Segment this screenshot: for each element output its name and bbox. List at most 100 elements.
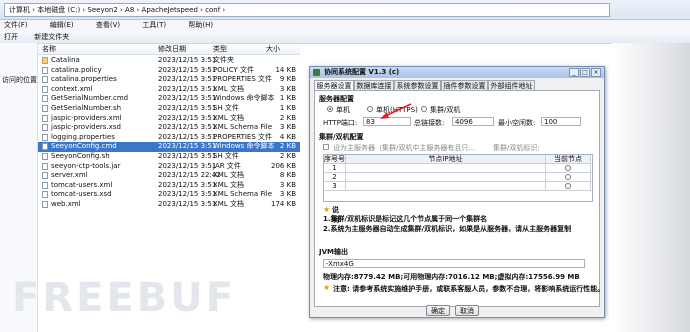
- file-date: 2023/12/15 3:51: [158, 123, 217, 132]
- file-row[interactable]: catalina.policy 2023/12/15 3:51 POLICY 文件 1…: [38, 66, 300, 76]
- file-row[interactable]: jaspic-providers.xml 2023/12/15 3:51 XML 文…: [38, 114, 300, 124]
- file-name: tomcat-users.xsd: [51, 190, 112, 199]
- file-type: SH 文件: [213, 104, 239, 112]
- file-row[interactable]: SeeyonConfig.cmd 2023/12/15 3:51 Windows 命…: [38, 142, 300, 152]
- tab-external-components[interactable]: 外部组件地址: [488, 80, 535, 90]
- master-server-label: 设为主服务器（集群/双机中主服务器有且只...: [333, 144, 476, 152]
- file-type: SH 文件: [213, 152, 239, 160]
- menu-tools[interactable]: 工具(T): [138, 21, 166, 29]
- file-row[interactable]: GetSerialNumber.cmd 2023/12/15 3:51 Window…: [38, 94, 300, 104]
- config-dialog: 协同系统配置 V1.3 (c) _ □ × 服务器设置 数据库连接 系统参数设置…: [309, 66, 605, 318]
- master-server-checkbox[interactable]: [323, 144, 329, 150]
- node-row-index: 2: [324, 173, 346, 182]
- tab-plugin-params[interactable]: 插件参数设置: [441, 80, 488, 90]
- min-idle-label: 最小空闲数:: [498, 119, 536, 127]
- open-button[interactable]: 打开: [0, 33, 18, 41]
- file-name: SeeyonConfig.cmd: [51, 142, 117, 151]
- file-date: 2023/12/15 3:51: [158, 132, 217, 141]
- column-name[interactable]: 名称: [42, 44, 56, 54]
- file-name: GetSerialNumber.cmd: [51, 94, 129, 103]
- file-row[interactable]: logging.properties 2023/12/15 3:51 PROPERT…: [38, 133, 300, 143]
- minimize-icon[interactable]: _: [569, 68, 579, 77]
- column-date[interactable]: 修改日期: [158, 44, 186, 54]
- file-date: 2023/12/15 3:51: [158, 161, 217, 170]
- file-icon: [42, 95, 48, 103]
- file-name: jaspic-providers.xsd: [51, 123, 121, 132]
- ok-button[interactable]: 确定: [426, 305, 450, 316]
- column-type[interactable]: 类型: [213, 44, 227, 54]
- cancel-button[interactable]: 取消: [455, 305, 479, 316]
- file-type: PROPERTIES 文件: [213, 75, 273, 84]
- file-row[interactable]: server.xml 2023/12/15 22:42 XML 文档 8 KB: [38, 171, 300, 181]
- current-node-radio[interactable]: [565, 174, 571, 180]
- file-type: POLICY 文件: [213, 65, 254, 74]
- file-date: 2023/12/15 3:51: [158, 75, 217, 84]
- menu-view[interactable]: 查看(V): [92, 21, 120, 29]
- file-name: Catalina: [51, 56, 80, 64]
- file-icon: [42, 181, 48, 189]
- maximize-icon[interactable]: □: [580, 68, 590, 77]
- new-folder-button[interactable]: 新建文件夹: [30, 33, 69, 41]
- node-row-ip[interactable]: [346, 173, 546, 182]
- node-row-ip[interactable]: [346, 164, 546, 173]
- file-row[interactable]: SeeyonConfig.sh 2023/12/15 3:51 SH 文件 2 KB: [38, 152, 300, 162]
- radio-cluster[interactable]: [421, 106, 427, 112]
- file-name: seeyon-ctp-tools.jar: [51, 161, 121, 170]
- file-name: tomcat-users.xml: [51, 180, 113, 189]
- current-node-radio[interactable]: [565, 183, 571, 189]
- tab-system-params[interactable]: 系统参数设置: [394, 80, 441, 90]
- file-type: XML Schema File: [213, 123, 273, 132]
- file-icon: [42, 124, 48, 132]
- column-size[interactable]: 大小: [266, 44, 280, 54]
- file-type: XML 文档: [213, 113, 244, 122]
- file-name: GetSerialNumber.sh: [51, 104, 122, 112]
- radio-single[interactable]: [327, 106, 333, 112]
- file-row[interactable]: tomcat-users.xml 2023/12/15 3:51 XML 文档 3 K…: [38, 181, 300, 191]
- file-type: XML 文档: [213, 171, 244, 180]
- file-size: 14 KB: [275, 65, 296, 74]
- address-bar: 计算机 › 本地磁盘 (C:) › Seeyon2 › A8 › ApacheJ…: [0, 0, 690, 20]
- node-table-header-current: 当前节点: [546, 155, 591, 164]
- file-row[interactable]: GetSerialNumber.sh 2023/12/15 3:51 SH 文件 1 …: [38, 104, 300, 114]
- menu-edit[interactable]: 编辑(E): [46, 21, 74, 29]
- total-conn-input[interactable]: 4096: [452, 117, 494, 126]
- file-icon: [42, 76, 48, 84]
- file-icon: [42, 105, 48, 112]
- file-icon: [42, 143, 48, 151]
- current-node-radio[interactable]: [565, 165, 571, 171]
- file-row[interactable]: context.xml 2023/12/15 3:51 XML 文档 3 KB: [38, 85, 300, 95]
- file-date: 2023/12/15 3:51: [158, 142, 217, 151]
- file-type: XML 文档: [213, 200, 244, 208]
- node-row-ip[interactable]: [346, 182, 546, 191]
- menu-bar: 文件(F) 编辑(E) 查看(V) 工具(T) 帮助(H): [0, 20, 690, 31]
- min-idle-input[interactable]: 100: [541, 117, 581, 126]
- file-icon: [42, 172, 48, 180]
- tab-server[interactable]: 服务器设置: [314, 80, 354, 90]
- menu-file[interactable]: 文件(F): [0, 21, 28, 29]
- file-size: 3 KB: [279, 84, 296, 93]
- jvm-input[interactable]: -Xmx4G: [323, 259, 585, 268]
- warning-text: 注意: 请参考系统实施维护手册，或联系客服人员，参数不合理，将影响系统运行性能。: [333, 285, 605, 293]
- file-row[interactable]: Catalina 2023/12/15 3:51 文件夹: [38, 56, 300, 66]
- file-list-header: 名称 修改日期 类型 大小: [38, 44, 300, 55]
- dialog-title-bar: 协同系统配置 V1.3 (c) _ □ ×: [310, 67, 604, 78]
- radio-cluster-label: 集群/双机: [430, 106, 461, 114]
- tab-database[interactable]: 数据库连接: [354, 80, 394, 90]
- app-icon: [313, 69, 320, 76]
- recent-places-link[interactable]: 访问的位置: [2, 75, 37, 85]
- file-row[interactable]: seeyon-ctp-tools.jar 2023/12/15 3:51 JAR 文…: [38, 162, 300, 172]
- annotation-arrow-icon: [380, 103, 412, 119]
- file-type: JAR 文件: [213, 161, 241, 170]
- menu-help[interactable]: 帮助(H): [184, 21, 213, 29]
- file-name: server.xml: [51, 171, 88, 180]
- file-row[interactable]: catalina.properties 2023/12/15 3:51 PROPER…: [38, 75, 300, 85]
- address-path[interactable]: 计算机 › 本地磁盘 (C:) › Seeyon2 › A8 › ApacheJ…: [4, 3, 610, 17]
- file-row[interactable]: jaspic-providers.xsd 2023/12/15 3:51 XML S…: [38, 123, 300, 133]
- file-row[interactable]: web.xml 2023/12/15 3:51 XML 文档 174 KB: [38, 200, 300, 210]
- close-icon[interactable]: ×: [591, 68, 601, 77]
- radio-single-https[interactable]: [367, 106, 373, 112]
- node-row-index: 1: [324, 164, 346, 173]
- file-row[interactable]: tomcat-users.xsd 2023/12/15 3:51 XML Schem…: [38, 190, 300, 200]
- file-type: XML Schema File: [213, 190, 273, 199]
- folder-icon: [42, 57, 48, 64]
